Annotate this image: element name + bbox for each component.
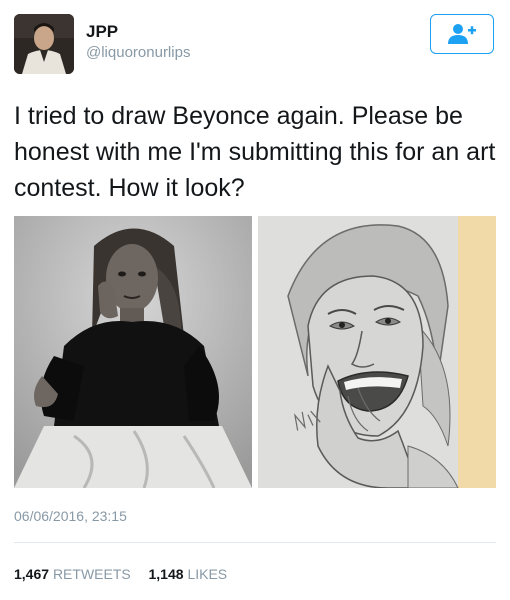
photo-drawing[interactable] xyxy=(258,216,496,488)
retweets-label: RETWEETS xyxy=(52,566,131,582)
username-handle[interactable]: @liquoronurlips xyxy=(86,44,190,61)
photo-portrait xyxy=(14,216,252,488)
likes-label: LIKES xyxy=(187,566,228,582)
avatar-image xyxy=(14,14,74,74)
drawing-image xyxy=(258,216,496,488)
tweet-timestamp[interactable]: 06/06/2016, 23:15 xyxy=(14,508,127,524)
divider xyxy=(14,542,496,543)
display-name[interactable]: JPP xyxy=(86,22,118,42)
tweet-stats: 1,467 RETWEETS 1,148 LIKES xyxy=(14,566,227,582)
likes-stat[interactable]: 1,148 LIKES xyxy=(149,566,228,582)
likes-count: 1,148 xyxy=(148,566,184,582)
tweet-media[interactable] xyxy=(14,216,496,488)
follow-button[interactable] xyxy=(430,14,494,54)
photo-left[interactable] xyxy=(14,216,252,488)
avatar[interactable] xyxy=(14,14,74,74)
retweets-count: 1,467 xyxy=(14,566,50,582)
retweets-stat[interactable]: 1,467 RETWEETS xyxy=(14,566,135,582)
add-user-icon xyxy=(448,24,476,44)
tweet-text: I tried to draw Beyonce again. Please be… xyxy=(14,102,496,202)
